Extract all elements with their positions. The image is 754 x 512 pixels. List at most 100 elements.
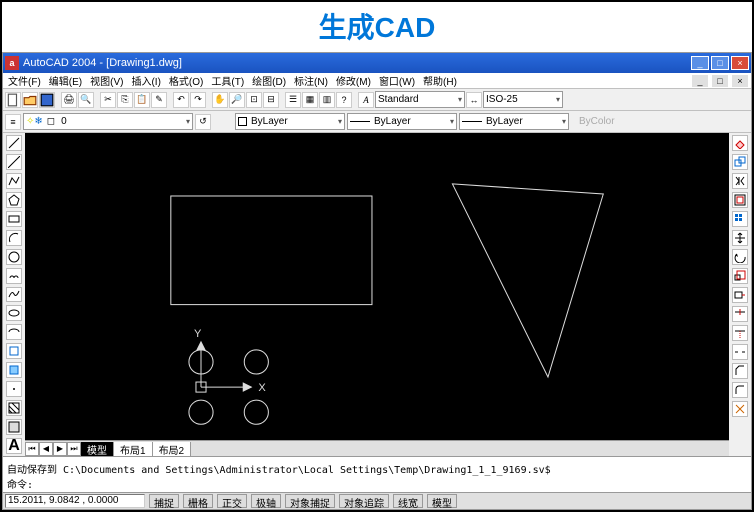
designcenter-button[interactable]: ▦	[302, 92, 318, 108]
layer-combo[interactable]: ✧❄◻ 0	[23, 113, 193, 130]
rectangle-tool[interactable]	[6, 211, 22, 227]
layermgr-button[interactable]: ≡	[5, 114, 21, 130]
grid-toggle[interactable]: 栅格	[183, 494, 213, 508]
help-button[interactable]: ?	[336, 92, 352, 108]
menu-window[interactable]: 窗口(W)	[376, 73, 418, 88]
tab-layout2[interactable]: 布局2	[153, 442, 192, 456]
line-tool[interactable]	[6, 135, 22, 151]
arc-tool[interactable]	[6, 230, 22, 246]
minimize-button[interactable]: _	[691, 56, 709, 70]
color-combo[interactable]: ByLayer	[235, 113, 345, 130]
trim-tool[interactable]	[732, 306, 748, 322]
mirror-tool[interactable]	[732, 173, 748, 189]
match-button[interactable]: ✎	[151, 92, 167, 108]
point-tool[interactable]	[6, 381, 22, 397]
preview-button[interactable]: 🔍	[78, 92, 94, 108]
menu-draw[interactable]: 绘图(D)	[249, 73, 289, 88]
textstyle-combo[interactable]: Standard	[375, 91, 465, 108]
pan-button[interactable]: ✋	[212, 92, 228, 108]
scale-tool[interactable]	[732, 268, 748, 284]
erase-tool[interactable]	[732, 135, 748, 151]
tab-next-button[interactable]: ▶	[53, 442, 67, 456]
maximize-button[interactable]: □	[711, 56, 729, 70]
command-window[interactable]: 自动保存到 C:\Documents and Settings\Administ…	[3, 456, 751, 492]
snap-toggle[interactable]: 捕捉	[149, 494, 179, 508]
draw-toolbar: A	[3, 133, 25, 456]
ellipse-tool[interactable]	[6, 305, 22, 321]
close-button[interactable]: ×	[731, 56, 749, 70]
move-tool[interactable]	[732, 230, 748, 246]
menu-insert[interactable]: 插入(I)	[128, 73, 163, 88]
block-tool[interactable]	[6, 362, 22, 378]
insert-tool[interactable]	[6, 343, 22, 359]
lwt-toggle[interactable]: 线宽	[393, 494, 423, 508]
menu-file[interactable]: 文件(F)	[5, 73, 44, 88]
chamfer-tool[interactable]	[732, 363, 748, 379]
menu-dimension[interactable]: 标注(N)	[291, 73, 331, 88]
print-button[interactable]: 🖨	[61, 92, 77, 108]
doc-close-button[interactable]: ×	[731, 74, 749, 88]
zoomwin-button[interactable]: ⊡	[246, 92, 262, 108]
break-tool[interactable]	[732, 344, 748, 360]
paste-button[interactable]: 📋	[134, 92, 150, 108]
otrack-toggle[interactable]: 对象追踪	[339, 494, 389, 508]
undo-button[interactable]: ↶	[173, 92, 189, 108]
osnap-toggle[interactable]: 对象捕捉	[285, 494, 335, 508]
linetype-combo[interactable]: ByLayer	[347, 113, 457, 130]
explode-tool[interactable]	[732, 401, 748, 417]
doc-maximize-button[interactable]: □	[711, 74, 729, 88]
ellipsearc-tool[interactable]	[6, 324, 22, 340]
copy-button[interactable]: ⎘	[117, 92, 133, 108]
toolpalette-button[interactable]: ▥	[319, 92, 335, 108]
circle-tool[interactable]	[6, 249, 22, 265]
hatch-tool[interactable]	[6, 400, 22, 416]
new-button[interactable]	[5, 92, 21, 108]
menu-view[interactable]: 视图(V)	[87, 73, 126, 88]
app-window: a AutoCAD 2004 - [Drawing1.dwg] _ □ × 文件…	[2, 52, 752, 510]
open-button[interactable]	[22, 92, 38, 108]
revcloud-tool[interactable]	[6, 268, 22, 284]
tab-prev-button[interactable]: ◀	[39, 442, 53, 456]
drawing-canvas[interactable]: X Y	[25, 133, 729, 440]
textstyle-button[interactable]: A	[358, 92, 374, 108]
banner-title: 生成CAD	[2, 2, 752, 52]
menu-tools[interactable]: 工具(T)	[208, 73, 247, 88]
model-layout-tabs: ⏮ ◀ ▶ ⏭ 模型 布局1 布局2	[25, 440, 729, 456]
zoomprev-button[interactable]: ⊟	[263, 92, 279, 108]
region-tool[interactable]	[6, 419, 22, 435]
save-button[interactable]	[39, 92, 55, 108]
menu-format[interactable]: 格式(O)	[166, 73, 206, 88]
copy-tool[interactable]	[732, 154, 748, 170]
xline-tool[interactable]	[6, 154, 22, 170]
tab-layout1[interactable]: 布局1	[114, 442, 153, 456]
polar-toggle[interactable]: 极轴	[251, 494, 281, 508]
layerprev-button[interactable]: ↺	[195, 114, 211, 130]
fillet-tool[interactable]	[732, 382, 748, 398]
stretch-tool[interactable]	[732, 287, 748, 303]
properties-button[interactable]: ☰	[285, 92, 301, 108]
redo-button[interactable]: ↷	[190, 92, 206, 108]
ortho-toggle[interactable]: 正交	[217, 494, 247, 508]
doc-minimize-button[interactable]: _	[691, 74, 709, 88]
cut-button[interactable]: ✂	[100, 92, 116, 108]
dimstyle-button[interactable]: ↔	[466, 92, 482, 108]
tab-last-button[interactable]: ⏭	[67, 442, 81, 456]
menu-help[interactable]: 帮助(H)	[420, 73, 460, 88]
menu-edit[interactable]: 编辑(E)	[46, 73, 85, 88]
modify-toolbar	[729, 133, 751, 456]
pline-tool[interactable]	[6, 173, 22, 189]
extend-tool[interactable]	[732, 325, 748, 341]
array-tool[interactable]	[732, 211, 748, 227]
zoom-button[interactable]: 🔎	[229, 92, 245, 108]
offset-tool[interactable]	[732, 192, 748, 208]
menu-modify[interactable]: 修改(M)	[333, 73, 374, 88]
tab-first-button[interactable]: ⏮	[25, 442, 39, 456]
spline-tool[interactable]	[6, 287, 22, 303]
polygon-tool[interactable]	[6, 192, 22, 208]
lineweight-combo[interactable]: ByLayer	[459, 113, 569, 130]
tab-model[interactable]: 模型	[81, 442, 114, 456]
model-toggle[interactable]: 模型	[427, 494, 457, 508]
dimstyle-combo[interactable]: ISO-25	[483, 91, 563, 108]
text-tool[interactable]: A	[6, 438, 22, 454]
rotate-tool[interactable]	[732, 249, 748, 265]
